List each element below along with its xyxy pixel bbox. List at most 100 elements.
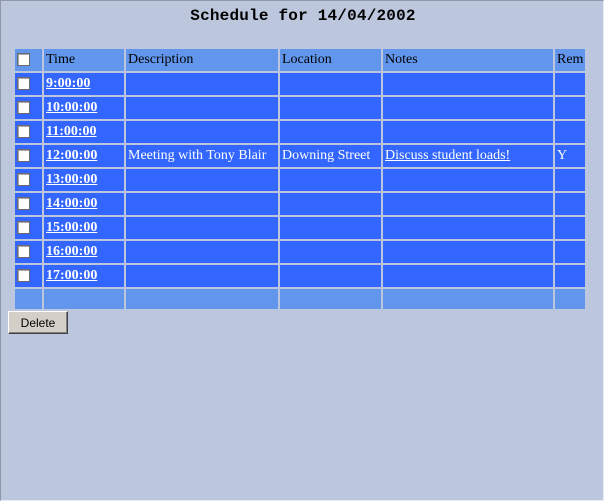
notes-cell: Discuss student loads! <box>383 145 553 167</box>
time-cell: 11:00:00 <box>44 121 124 143</box>
table-row: 12:00:00 Meeting with Tony Blair Downing S… <box>15 145 585 167</box>
description-cell <box>126 217 278 239</box>
select-all-checkbox[interactable] <box>17 53 30 67</box>
location-cell: Downing Street <box>280 145 381 167</box>
description-cell: Meeting with Tony Blair <box>126 145 278 167</box>
notes-cell <box>383 217 553 239</box>
reminder-cell: Y <box>555 145 585 167</box>
table-row: 13:00:00 <box>15 169 585 191</box>
time-link[interactable]: 10:00:00 <box>46 100 97 115</box>
row-select-cell <box>15 169 42 191</box>
reminder-cell <box>555 169 585 191</box>
footer-cell <box>126 289 278 309</box>
row-checkbox[interactable] <box>17 269 30 283</box>
row-checkbox[interactable] <box>17 221 30 235</box>
time-cell: 13:00:00 <box>44 169 124 191</box>
row-select-cell <box>15 121 42 143</box>
row-checkbox[interactable] <box>17 149 30 163</box>
reminder-cell <box>555 193 585 215</box>
col-header-notes: Notes <box>383 49 553 71</box>
location-cell <box>280 97 381 119</box>
location-cell <box>280 121 381 143</box>
col-header-time: Time <box>44 49 124 71</box>
row-checkbox[interactable] <box>17 173 30 187</box>
footer-cell <box>44 289 124 309</box>
page-title: Schedule for 14/04/2002 <box>190 7 416 25</box>
table-footer-row <box>15 289 585 309</box>
row-select-cell <box>15 73 42 95</box>
table-row: 9:00:00 <box>15 73 585 95</box>
footer-cell <box>15 289 42 309</box>
table-row: 15:00:00 <box>15 217 585 239</box>
schedule-table: Time Description Location Notes Rem 9:00… <box>13 47 587 311</box>
description-cell <box>126 97 278 119</box>
notes-link[interactable]: Discuss student loads! <box>385 148 510 163</box>
reminder-cell <box>555 217 585 239</box>
row-select-cell <box>15 241 42 263</box>
row-select-cell <box>15 97 42 119</box>
description-cell <box>126 169 278 191</box>
time-cell: 12:00:00 <box>44 145 124 167</box>
time-cell: 14:00:00 <box>44 193 124 215</box>
row-checkbox[interactable] <box>17 197 30 211</box>
time-link[interactable]: 13:00:00 <box>46 172 97 187</box>
row-checkbox[interactable] <box>17 125 30 139</box>
row-checkbox[interactable] <box>17 77 30 91</box>
table-row: 14:00:00 <box>15 193 585 215</box>
table-row: 11:00:00 <box>15 121 585 143</box>
row-checkbox[interactable] <box>17 101 30 115</box>
notes-cell <box>383 73 553 95</box>
time-cell: 16:00:00 <box>44 241 124 263</box>
location-cell <box>280 241 381 263</box>
footer-cell <box>383 289 553 309</box>
time-cell: 10:00:00 <box>44 97 124 119</box>
table-row: 10:00:00 <box>15 97 585 119</box>
col-header-reminder: Rem <box>555 49 585 71</box>
notes-cell <box>383 169 553 191</box>
table-row: 16:00:00 <box>15 241 585 263</box>
reminder-cell <box>555 265 585 287</box>
col-header-location: Location <box>280 49 381 71</box>
row-select-cell <box>15 145 42 167</box>
table-row: 17:00:00 <box>15 265 585 287</box>
notes-cell <box>383 193 553 215</box>
reminder-cell <box>555 97 585 119</box>
table-header-row: Time Description Location Notes Rem <box>15 49 585 71</box>
time-link[interactable]: 17:00:00 <box>46 268 97 283</box>
time-cell: 17:00:00 <box>44 265 124 287</box>
row-checkbox[interactable] <box>17 245 30 259</box>
description-cell <box>126 73 278 95</box>
notes-cell <box>383 121 553 143</box>
time-cell: 9:00:00 <box>44 73 124 95</box>
notes-cell <box>383 97 553 119</box>
schedule-rows: 9:00:00 10:00:00 11:00:00 12:00:00 Meeting w… <box>15 73 585 287</box>
location-cell <box>280 217 381 239</box>
time-link[interactable]: 14:00:00 <box>46 196 97 211</box>
col-header-description: Description <box>126 49 278 71</box>
time-link[interactable]: 11:00:00 <box>46 124 97 139</box>
location-cell <box>280 169 381 191</box>
notes-cell <box>383 265 553 287</box>
row-select-cell <box>15 265 42 287</box>
description-cell <box>126 265 278 287</box>
row-select-cell <box>15 193 42 215</box>
location-cell <box>280 193 381 215</box>
description-cell <box>126 193 278 215</box>
reminder-cell <box>555 241 585 263</box>
description-cell <box>126 241 278 263</box>
notes-cell <box>383 241 553 263</box>
time-cell: 15:00:00 <box>44 217 124 239</box>
location-cell <box>280 73 381 95</box>
footer-cell <box>280 289 381 309</box>
row-select-cell <box>15 217 42 239</box>
reminder-cell <box>555 121 585 143</box>
footer-cell <box>555 289 585 309</box>
time-link[interactable]: 9:00:00 <box>46 76 90 91</box>
reminder-cell <box>555 73 585 95</box>
select-all-cell <box>15 49 42 71</box>
schedule-frame: Schedule for 14/04/2002 Time Description… <box>0 0 604 501</box>
time-link[interactable]: 12:00:00 <box>46 148 97 163</box>
time-link[interactable]: 15:00:00 <box>46 220 97 235</box>
delete-button[interactable]: Delete <box>8 311 68 334</box>
time-link[interactable]: 16:00:00 <box>46 244 97 259</box>
